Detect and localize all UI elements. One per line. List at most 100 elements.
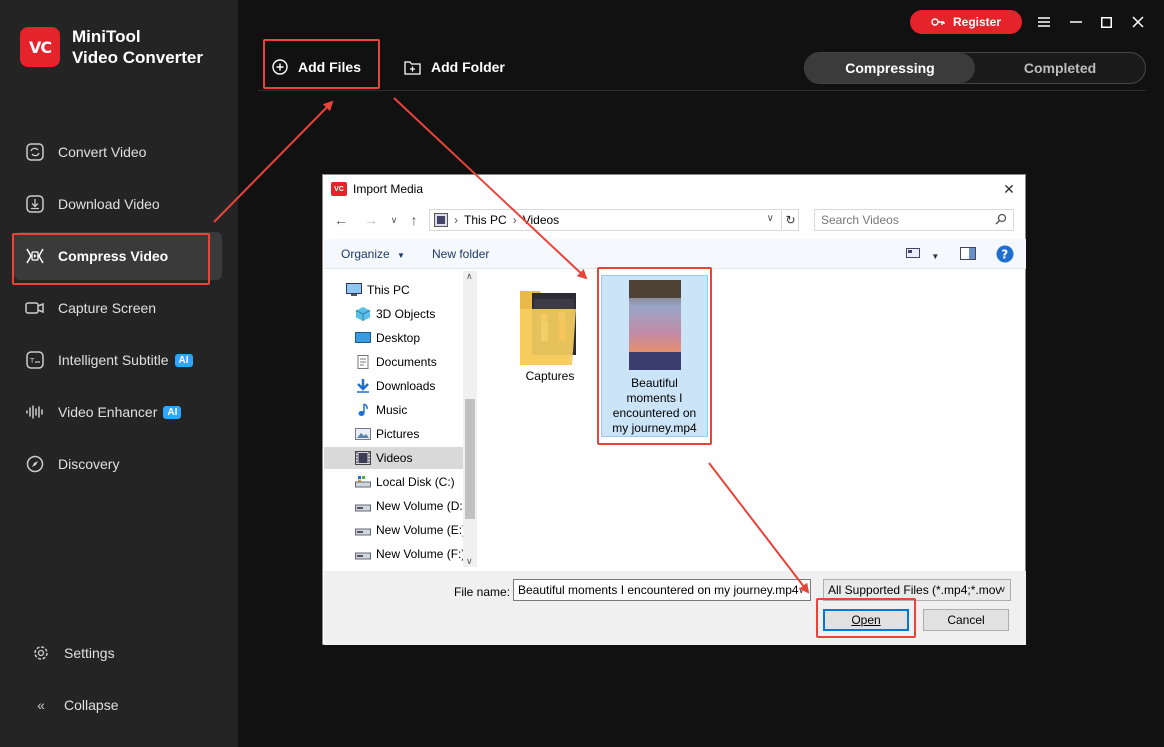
forward-arrow-icon[interactable]: →	[362, 211, 380, 229]
tree-item-local-disk-c[interactable]: Local Disk (C:)	[324, 471, 464, 493]
tree-label: New Volume (D:)	[376, 499, 464, 513]
file-type-value: All Supported Files (*.mp4;*.mov	[828, 583, 1002, 597]
view-icon	[906, 248, 920, 258]
tree-item-videos[interactable]: Videos	[324, 447, 464, 469]
add-files-button[interactable]: Add Files	[272, 59, 361, 75]
breadcrumb-sep: ›	[512, 213, 517, 227]
close-icon	[1132, 16, 1144, 28]
compass-icon	[24, 453, 46, 475]
sidebar-item-download-video[interactable]: Download Video	[14, 180, 222, 228]
file-item-video[interactable]: Beautiful moments I encountered on my jo…	[601, 275, 708, 437]
file-list: Captures Beautiful moments I encountered…	[480, 271, 1025, 567]
app-name-line1: MiniTool	[72, 27, 141, 46]
menu-button[interactable]	[1034, 12, 1054, 32]
drive-icon	[355, 547, 371, 561]
address-dropdown-icon[interactable]: ∨	[767, 213, 774, 224]
folder-icon	[520, 291, 576, 365]
new-folder-button[interactable]: New folder	[432, 247, 489, 261]
tab-compressing[interactable]: Compressing	[805, 53, 975, 83]
tree-item-pictures[interactable]: Pictures	[324, 423, 464, 445]
recent-dropdown-icon[interactable]: ∨	[385, 211, 403, 229]
address-bar[interactable]: › This PC › Videos ∨	[429, 209, 799, 231]
help-button[interactable]: ?	[996, 245, 1014, 266]
sidebar-item-label: Discovery	[58, 456, 120, 472]
maximize-button[interactable]	[1096, 12, 1116, 32]
register-label: Register	[952, 15, 1002, 29]
video-icon	[355, 451, 371, 465]
organize-button[interactable]: Organize ▼	[341, 247, 405, 261]
view-options-button[interactable]: ▼	[906, 247, 939, 262]
key-icon	[931, 16, 945, 28]
cancel-label: Cancel	[947, 613, 985, 627]
settings-button[interactable]: Settings	[30, 638, 115, 668]
tab-completed[interactable]: Completed	[975, 53, 1145, 83]
back-arrow-icon[interactable]: ←	[332, 211, 350, 229]
pc-icon	[346, 283, 362, 297]
tree-item-new-volume-d[interactable]: New Volume (D:)	[324, 495, 464, 517]
address-row: ← → ∨ ↑ › This PC › Videos ∨ ↻ Search Vi…	[323, 209, 1025, 233]
cancel-button[interactable]: Cancel	[923, 609, 1009, 631]
scroll-down-icon[interactable]: ∨	[466, 556, 473, 567]
search-placeholder: Search Videos	[821, 213, 899, 227]
minimize-icon	[1070, 21, 1082, 23]
tree-scrollbar[interactable]: ∧ ∨	[463, 271, 477, 567]
subtitle-icon: T	[24, 349, 46, 371]
tree-item-new-volume-e[interactable]: New Volume (E:)	[324, 519, 464, 541]
tree-item-3d-objects[interactable]: 3D Objects	[324, 303, 464, 325]
file-name-input[interactable]: Beautiful moments I encountered on my jo…	[513, 579, 811, 601]
up-arrow-icon[interactable]: ↑	[405, 211, 423, 229]
open-button[interactable]: Open	[823, 609, 909, 631]
sidebar-item-label: Convert Video	[58, 144, 147, 160]
tree-item-this-pc[interactable]: This PC	[324, 279, 464, 301]
breadcrumb-videos[interactable]: Videos	[523, 213, 559, 227]
maximize-icon	[1100, 16, 1112, 28]
sidebar-item-intelligent-subtitle[interactable]: T Intelligent Subtitle AI	[14, 336, 222, 384]
svg-text:?: ?	[1001, 248, 1008, 262]
sidebar-item-discovery[interactable]: Discovery	[14, 440, 222, 488]
document-icon	[355, 355, 371, 369]
refresh-button[interactable]: ↻	[781, 210, 799, 230]
add-folder-button[interactable]: Add Folder	[404, 59, 505, 75]
register-button[interactable]: Register	[910, 10, 1022, 34]
sidebar-item-label: Download Video	[58, 196, 160, 212]
tree-item-desktop[interactable]: Desktop	[324, 327, 464, 349]
collapse-button[interactable]: « Collapse	[30, 690, 118, 720]
dialog-close-button[interactable]: ✕	[1001, 181, 1017, 197]
sidebar-item-compress-video[interactable]: Compress Video	[14, 232, 222, 280]
convert-icon	[24, 141, 46, 163]
tree-item-music[interactable]: Music	[324, 399, 464, 421]
compress-icon	[24, 245, 46, 267]
tree-label: Videos	[376, 451, 413, 465]
chevron-down-icon: ∨	[999, 584, 1006, 594]
close-button[interactable]	[1128, 12, 1148, 32]
import-media-dialog: VC Import Media ✕ ← → ∨ ↑ › This PC › Vi…	[322, 174, 1026, 645]
hamburger-icon	[1038, 17, 1050, 27]
file-name: Beautiful moments I encountered on my jo…	[612, 376, 697, 435]
minimize-button[interactable]	[1066, 12, 1086, 32]
file-name-dropdown-icon[interactable]: ∨	[798, 585, 805, 596]
camera-icon	[24, 297, 46, 319]
sidebar-item-capture-screen[interactable]: Capture Screen	[14, 284, 222, 332]
app-name-line2: Video Converter	[72, 48, 204, 67]
dialog-title: Import Media	[353, 182, 424, 196]
close-icon: ✕	[1003, 180, 1015, 197]
tree-item-downloads[interactable]: Downloads	[324, 375, 464, 397]
enhancer-icon	[24, 401, 46, 423]
tree-item-documents[interactable]: Documents	[324, 351, 464, 373]
scroll-up-icon[interactable]: ∧	[466, 271, 473, 282]
search-input[interactable]: Search Videos	[814, 209, 1014, 231]
preview-pane-button[interactable]	[960, 247, 976, 263]
music-icon	[355, 403, 371, 417]
tree-item-new-volume-f[interactable]: New Volume (F:)	[324, 543, 464, 565]
dialog-titlebar: VC Import Media	[323, 175, 1025, 203]
status-tabs: Compressing Completed	[804, 52, 1146, 84]
file-type-select[interactable]: All Supported Files (*.mp4;*.mov ∨	[823, 579, 1011, 601]
file-item-captures[interactable]: Captures	[510, 287, 590, 383]
dialog-toolbar: Organize ▼ New folder ▼ ?	[324, 239, 1026, 269]
sidebar-item-convert-video[interactable]: Convert Video	[14, 128, 222, 176]
tree-label: Pictures	[376, 427, 420, 441]
scrollbar-thumb[interactable]	[465, 399, 475, 519]
dialog-footer: File name: Beautiful moments I encounter…	[324, 571, 1026, 645]
sidebar-item-video-enhancer[interactable]: Video Enhancer AI	[14, 388, 222, 436]
breadcrumb-this-pc[interactable]: This PC	[464, 213, 507, 227]
